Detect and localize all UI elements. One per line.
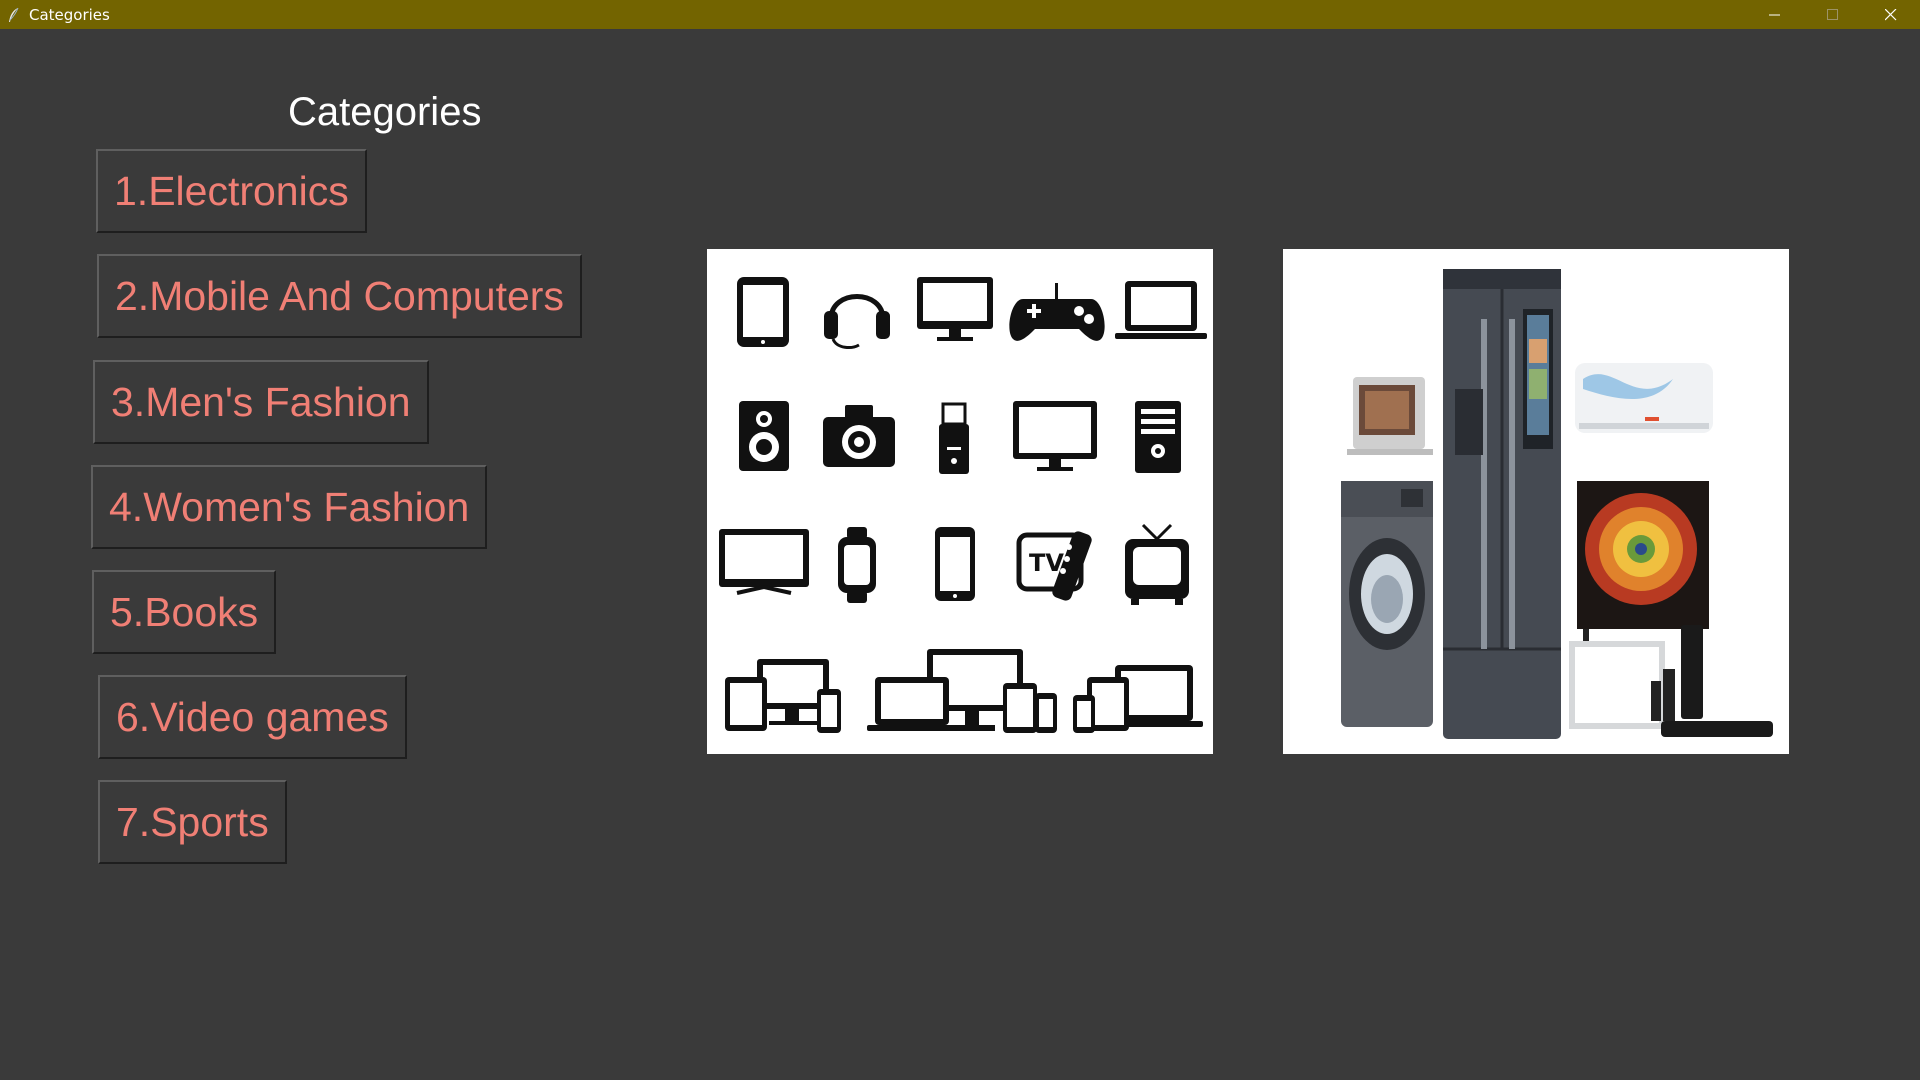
window-controls (1746, 0, 1920, 29)
camera-icon (823, 405, 895, 467)
minimize-icon (1769, 14, 1780, 15)
electronics-button[interactable]: 1.Electronics (96, 149, 367, 233)
mobile-and-computers-button[interactable]: 2.Mobile And Computers (97, 254, 582, 338)
electronics-icons-image: TV (707, 249, 1213, 754)
feather-app-icon (9, 7, 19, 22)
window-title: Categories (29, 5, 110, 24)
devices-icon (867, 649, 1057, 733)
books-button[interactable]: 5.Books (92, 570, 277, 654)
smartphone-icon (935, 527, 975, 601)
speaker-icon (739, 401, 789, 471)
usb-drive-icon (939, 402, 969, 474)
close-icon (1885, 8, 1897, 20)
devices-icon (725, 659, 841, 733)
video-games-button[interactable]: 6.Video games (98, 675, 407, 759)
title-bar: Categories (0, 0, 1920, 29)
retro-tv-icon (1125, 523, 1189, 605)
smartwatch-icon (838, 527, 876, 603)
air-conditioner-icon (1575, 363, 1713, 433)
soundbar-icon (1569, 625, 1773, 737)
main-window: Categories 1.Electronics 2.Mobile And Co… (0, 29, 1920, 1080)
refrigerator-icon (1443, 269, 1561, 739)
minimize-button[interactable] (1746, 0, 1804, 29)
sports-button[interactable]: 7.Sports (98, 780, 287, 864)
laptop-icon (1115, 281, 1207, 339)
maximize-icon (1827, 8, 1838, 20)
widescreen-tv-icon (719, 529, 809, 595)
gamepad-icon (1009, 283, 1105, 341)
close-button[interactable] (1862, 0, 1920, 29)
television-icon (1577, 481, 1709, 641)
washing-machine-icon (1341, 481, 1433, 727)
maximize-button[interactable] (1804, 0, 1862, 29)
monitor-icon (917, 277, 993, 341)
tv-remote-icon: TV (1016, 531, 1092, 601)
headset-icon (824, 294, 890, 349)
womens-fashion-button[interactable]: 4.Women's Fashion (91, 465, 488, 549)
mens-fashion-button[interactable]: 3.Men's Fashion (93, 360, 429, 444)
tv-icon (1013, 401, 1097, 471)
page-title: Categories (288, 90, 482, 134)
home-appliances-image (1283, 249, 1789, 754)
computer-tower-icon (1135, 401, 1181, 473)
tablet-icon (737, 277, 789, 347)
devices-icon (1073, 665, 1203, 733)
oven-icon (1347, 377, 1433, 455)
